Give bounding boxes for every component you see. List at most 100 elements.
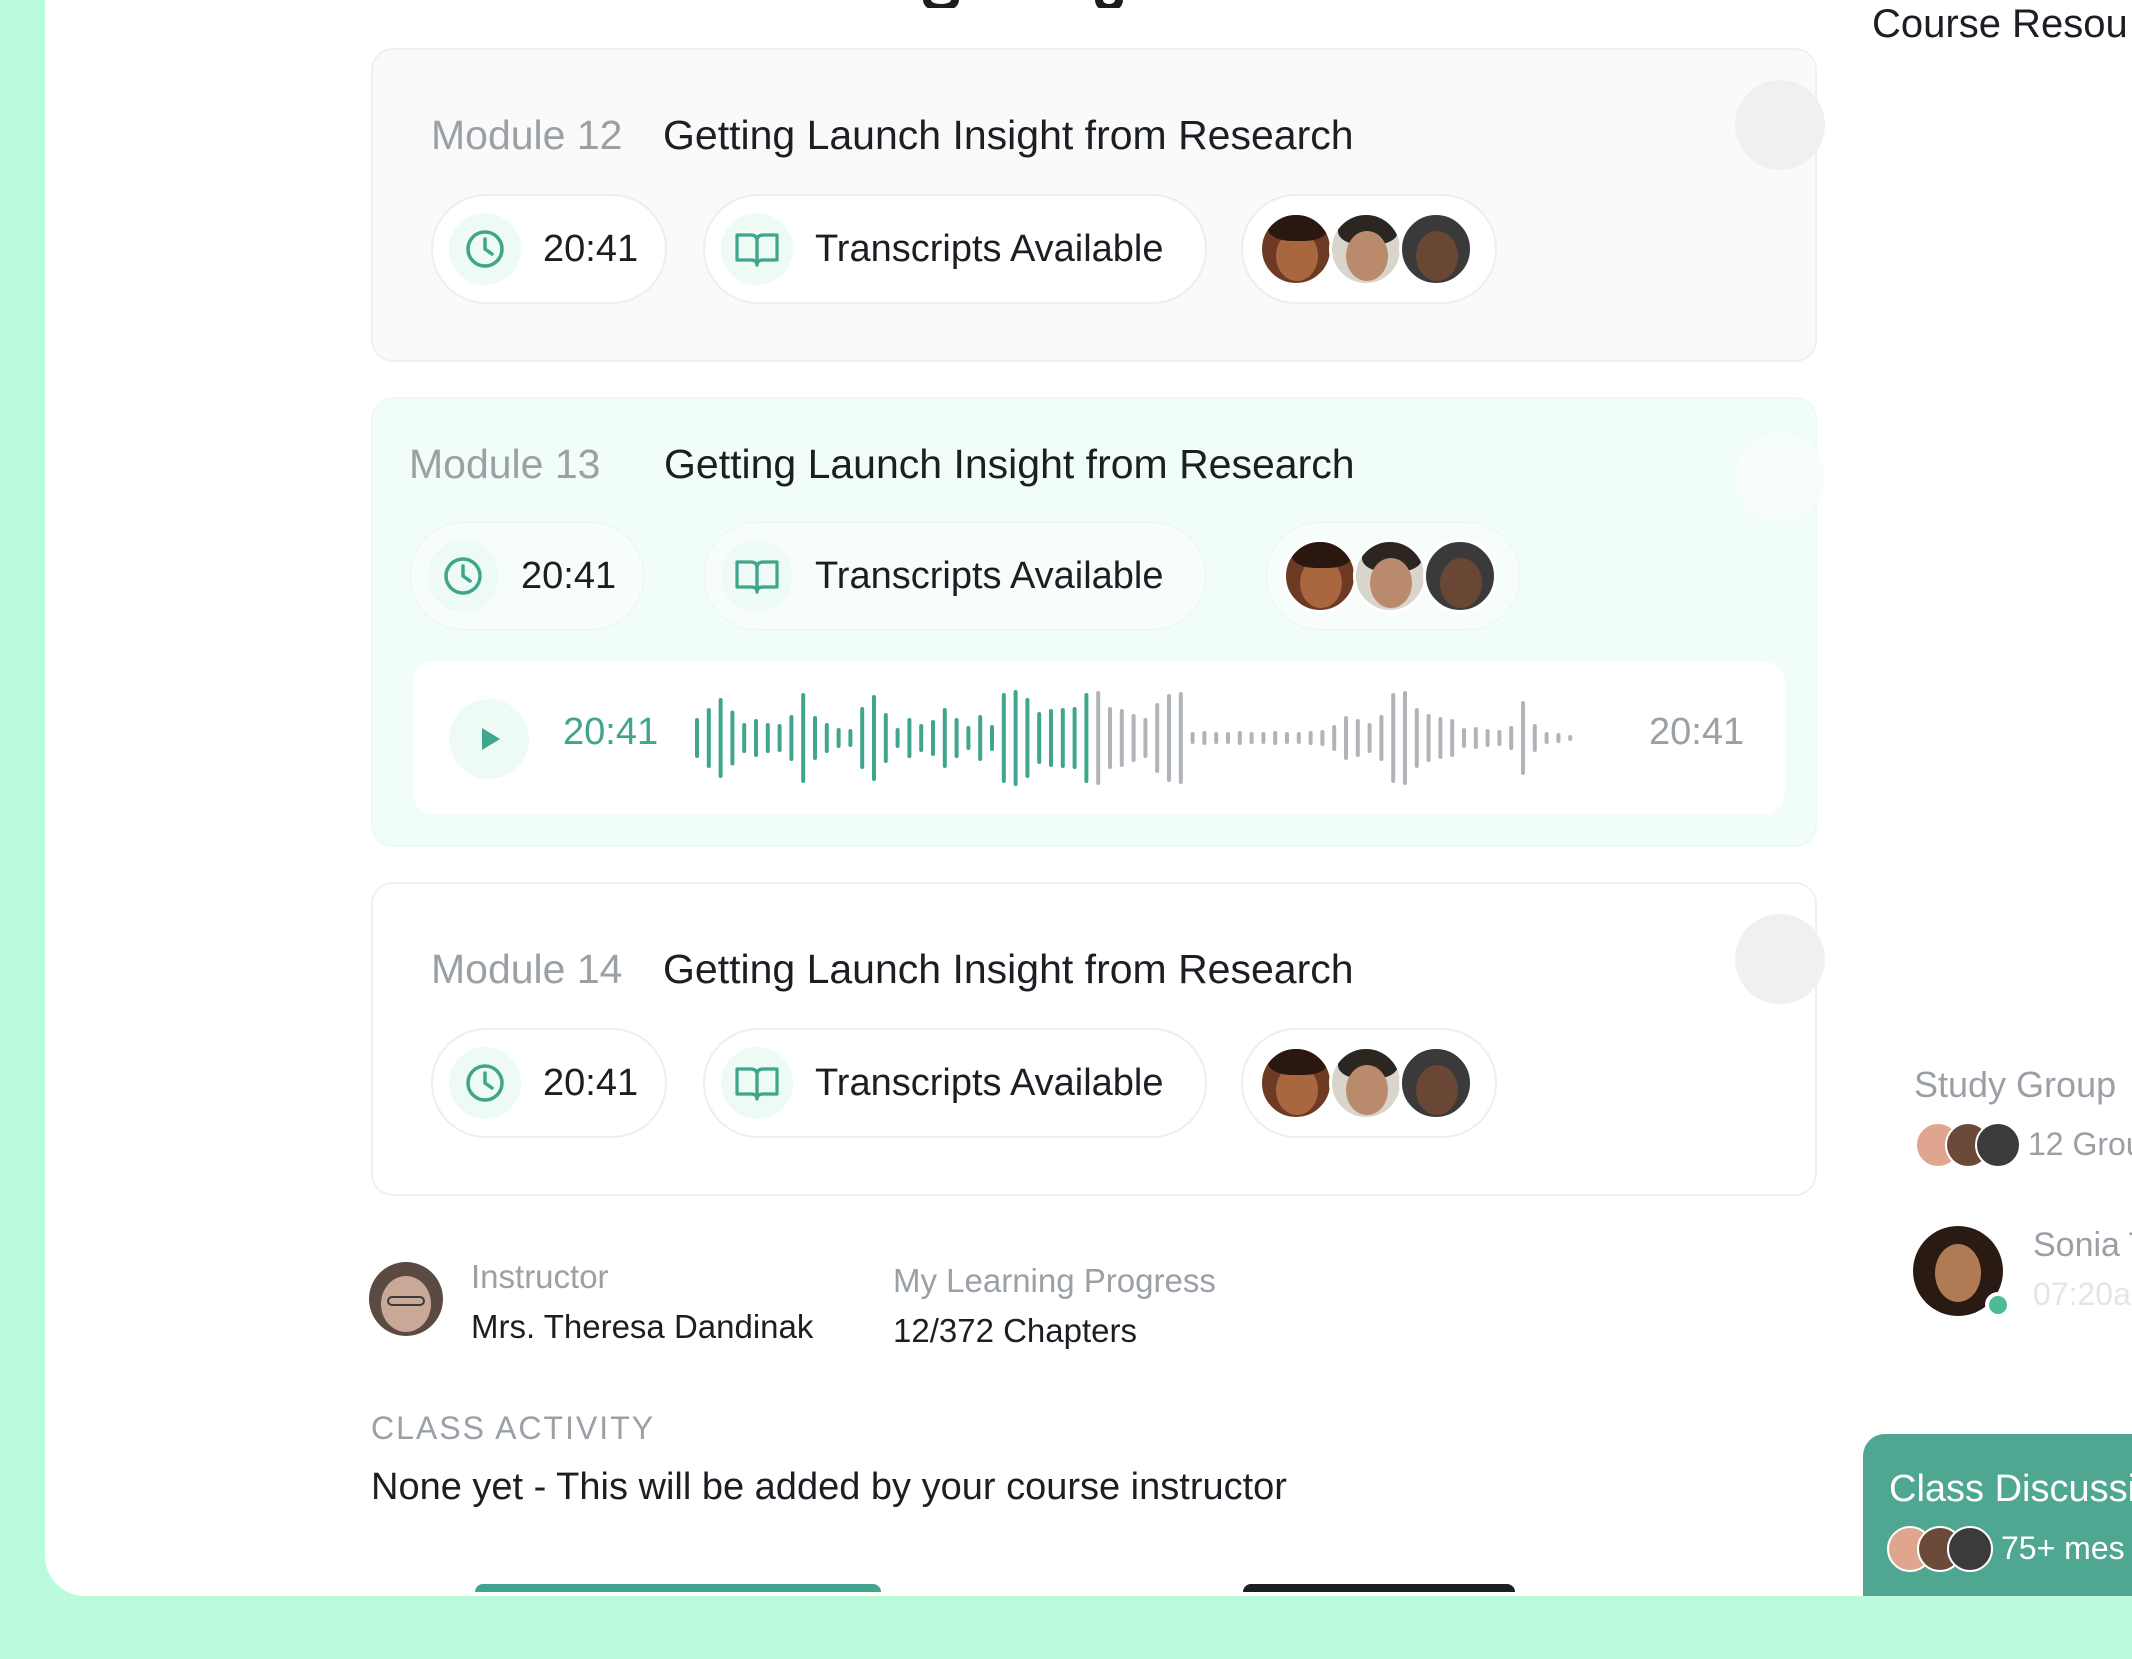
member-name[interactable]: Sonia T xyxy=(2033,1226,2132,1265)
waveform-bar xyxy=(1143,718,1148,758)
waveform[interactable] xyxy=(691,683,1611,793)
waveform-bar xyxy=(1155,703,1160,773)
waveform-bar xyxy=(1426,714,1431,762)
module-title: Getting Launch Insight from Research xyxy=(663,112,1354,158)
avatar xyxy=(1329,212,1403,286)
duration-text: 20:41 xyxy=(521,554,617,597)
transcripts-pill[interactable]: Transcripts Available xyxy=(703,521,1207,631)
waveform-bar xyxy=(1332,725,1337,751)
duration-pill: 20:41 xyxy=(431,194,667,304)
waveform-bar xyxy=(1285,732,1289,744)
transcripts-pill[interactable]: Transcripts Available xyxy=(703,1028,1207,1138)
class-activity-text: None yet - This will be added by your co… xyxy=(371,1466,1287,1508)
waveform-bar xyxy=(813,716,817,760)
waveform-bar xyxy=(1521,701,1525,775)
avatar xyxy=(1353,539,1427,613)
current-time: 20:41 xyxy=(563,711,659,753)
waveform-bar xyxy=(789,715,794,761)
avatar xyxy=(1399,1046,1473,1120)
participants-pill[interactable] xyxy=(1241,194,1497,304)
avatar xyxy=(1399,212,1473,286)
instructor-name[interactable]: Mrs. Theresa Dandinak xyxy=(471,1308,813,1346)
waveform-bar xyxy=(730,710,735,766)
member-time: 07:20a xyxy=(2033,1276,2131,1312)
waveform-bar xyxy=(1261,732,1266,744)
learning-progress: My Learning Progress 12/372 Chapters xyxy=(893,1262,1216,1350)
course-chapters-tab-clipped[interactable] xyxy=(475,1584,881,1596)
waveform-bar xyxy=(990,725,994,751)
module-card-14[interactable]: Module 14 Getting Launch Insight from Re… xyxy=(371,882,1825,1196)
transcripts-text: Transcripts Available xyxy=(815,554,1164,597)
waveform-bar xyxy=(919,724,924,752)
waveform-bar xyxy=(942,708,947,768)
waveform-bar xyxy=(1308,731,1313,745)
progress-value: 12/372 Chapters xyxy=(893,1312,1138,1349)
online-status-dot xyxy=(1985,1292,2011,1318)
waveform-bar xyxy=(883,713,888,763)
module-number: Module 14 xyxy=(431,946,623,992)
transcripts-text: Transcripts Available xyxy=(815,1061,1164,1104)
waveform-bar xyxy=(1556,733,1561,743)
waveform-bar xyxy=(1462,728,1466,748)
waveform-bar xyxy=(1084,693,1089,783)
avatar xyxy=(1259,212,1333,286)
duration-pill: 20:41 xyxy=(431,1028,667,1138)
waveform-bar xyxy=(1119,709,1124,767)
waveform-bar xyxy=(860,707,865,769)
waveform-bar xyxy=(1391,693,1396,783)
waveform-bar xyxy=(1167,694,1171,782)
waveform-bar xyxy=(695,718,699,758)
clock-icon xyxy=(449,1047,521,1119)
transcripts-pill[interactable]: Transcripts Available xyxy=(703,194,1207,304)
waveform-bar xyxy=(1096,691,1101,785)
avatar xyxy=(1283,539,1357,613)
class-discussion-card[interactable]: Class Discussi 75+ mes xyxy=(1863,1434,2132,1596)
waveform-bar xyxy=(1037,712,1042,764)
waveform-bar xyxy=(848,729,853,747)
waveform-bar xyxy=(872,695,876,781)
waveform-bar xyxy=(895,728,900,748)
study-group-title[interactable]: Study Group xyxy=(1914,1064,2116,1106)
waveform-bar xyxy=(1273,731,1278,745)
waveform-bar xyxy=(1485,729,1490,747)
instructor-info: Instructor Mrs. Theresa Dandinak xyxy=(471,1258,813,1346)
waveform-bar xyxy=(1001,693,1006,783)
waveform-bar xyxy=(1473,727,1478,749)
waveform-bar xyxy=(765,723,770,753)
module-card-12[interactable]: Module 12 Getting Launch Insight from Re… xyxy=(371,48,1825,362)
audio-player[interactable]: 20:41 20:41 xyxy=(413,661,1785,815)
waveform-bar xyxy=(1544,732,1549,744)
waveform-bar xyxy=(954,718,959,758)
participants-pill[interactable] xyxy=(1241,1028,1497,1138)
duration-text: 20:41 xyxy=(543,227,639,270)
module-status-dot[interactable] xyxy=(1735,914,1825,1004)
module-status-dot[interactable] xyxy=(1735,80,1825,170)
waveform-bar xyxy=(966,726,971,750)
waveform-bar xyxy=(836,728,841,748)
waveform-bar xyxy=(706,708,711,768)
waveform-bar xyxy=(1131,714,1136,762)
waveform-bar xyxy=(1509,726,1514,750)
waveform-bar xyxy=(1049,709,1053,767)
avatar xyxy=(1423,539,1497,613)
waveform-bar xyxy=(754,719,758,757)
waveform-bar xyxy=(1532,724,1537,752)
waveform-bar xyxy=(1025,698,1030,778)
discussion-messages: 75+ mes xyxy=(2001,1530,2125,1566)
progress-label: My Learning Progress xyxy=(893,1262,1216,1299)
participants-pill[interactable] xyxy=(1265,521,1521,631)
waveform-bar xyxy=(742,723,747,753)
waveform-bar xyxy=(1190,732,1195,744)
study-group-avatars xyxy=(1915,1122,2021,1168)
play-button[interactable] xyxy=(449,699,529,779)
waveform-bar xyxy=(1367,723,1372,753)
students-stats-tab-clipped[interactable] xyxy=(1243,1584,1515,1596)
waveform-bar xyxy=(1249,732,1254,744)
class-activity-heading: CLASS ACTIVITY xyxy=(371,1410,656,1446)
waveform-bar xyxy=(801,693,806,783)
module-status-dot[interactable] xyxy=(1735,433,1825,523)
module-card-13[interactable]: Module 13 Getting Launch Insight from Re… xyxy=(371,397,1825,847)
waveform-bar xyxy=(777,724,782,752)
waveform-bar xyxy=(1237,731,1242,745)
waveform-bar xyxy=(1013,690,1018,786)
